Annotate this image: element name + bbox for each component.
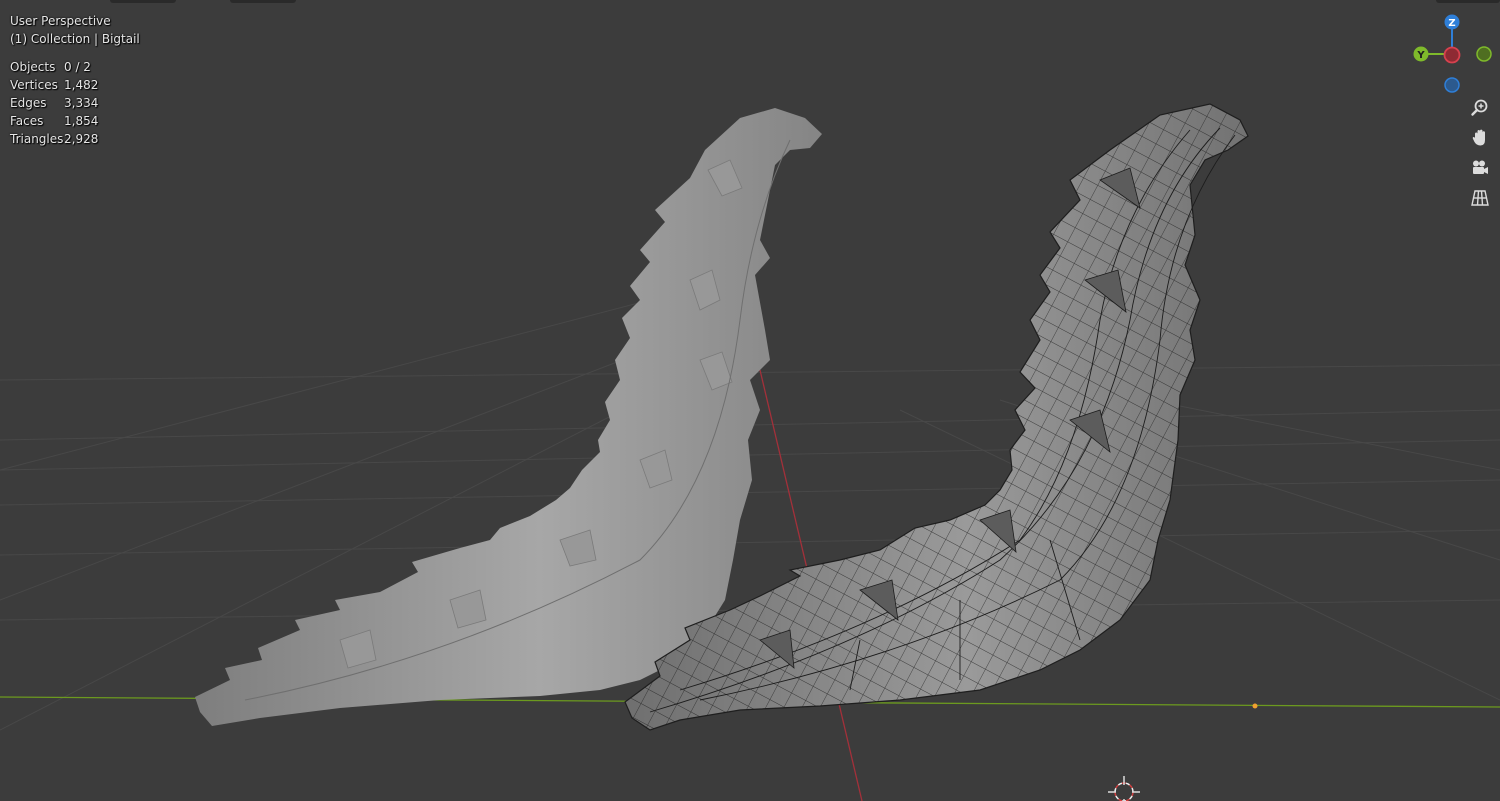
scene-statistics: Objects 0 / 2 Vertices 1,482 Edges 3,334… <box>10 58 140 148</box>
camera-icon <box>1473 160 1488 174</box>
gizmo-y-label: Y <box>1416 50 1425 61</box>
stat-label: Faces <box>10 114 44 128</box>
stat-value: 3,334 <box>64 96 99 110</box>
stat-label: Vertices <box>10 78 58 92</box>
grid-projection-icon <box>1471 190 1489 206</box>
navigation-gizmo[interactable]: Z Y <box>1410 10 1500 100</box>
viewport-info-overlay: User Perspective (1) Collection | Bigtai… <box>10 12 140 148</box>
stat-label: Objects <box>10 60 56 74</box>
view-mode-label: User Perspective <box>10 14 111 28</box>
gizmo-neg-z-handle[interactable] <box>1444 77 1460 93</box>
3d-cursor-icon <box>1108 776 1140 801</box>
pan-button[interactable] <box>1466 124 1494 152</box>
collection-label: (1) Collection | Bigtail <box>10 32 140 46</box>
scene-canvas[interactable] <box>0 0 1500 801</box>
viewport-nav-buttons <box>1466 94 1496 214</box>
zoom-button[interactable] <box>1466 94 1494 122</box>
gizmo-neg-y-handle[interactable] <box>1476 46 1492 62</box>
stat-label: Triangles <box>10 132 64 146</box>
camera-view-button[interactable] <box>1466 154 1494 182</box>
stat-value: 0 / 2 <box>64 60 91 74</box>
stat-value: 2,928 <box>64 132 99 146</box>
stat-value: 1,482 <box>64 78 99 92</box>
zoom-icon <box>1471 99 1488 116</box>
projection-toggle-button[interactable] <box>1466 184 1494 212</box>
pan-hand-icon <box>1472 129 1485 146</box>
3d-viewport[interactable]: User Perspective (1) Collection | Bigtai… <box>0 0 1500 801</box>
gizmo-x-handle[interactable] <box>1443 46 1461 64</box>
gizmo-z-label: Z <box>1448 18 1455 29</box>
origin-dot <box>1252 703 1258 709</box>
stat-label: Edges <box>10 96 47 110</box>
stat-value: 1,854 <box>64 114 99 128</box>
